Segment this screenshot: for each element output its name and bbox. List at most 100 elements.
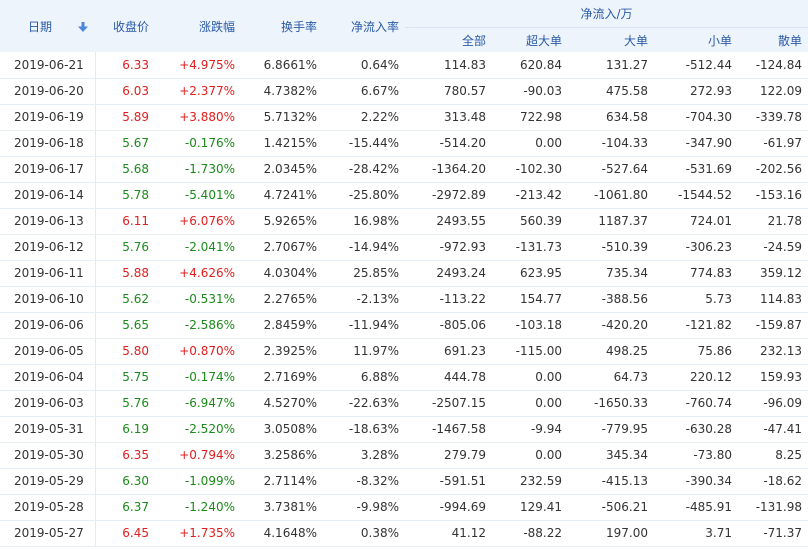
table-row[interactable]: 2019-06-19 5.89 +3.880% 5.7132% 2.22% 313.48 7… [0,104,808,131]
sort-down-arrow-icon[interactable] [77,22,88,32]
cell-net-super-large: -102.30 [492,156,568,183]
col-header-date-label: 日期 [28,19,53,34]
table-row[interactable]: 2019-06-10 5.62 -0.531% 2.2765% -2.13% -113.2… [0,286,808,313]
cell-net-ratio: 2.22% [323,104,405,131]
cell-net-retail: -71.37 [738,520,808,547]
cell-close: 5.80 [95,338,155,365]
cell-net-retail: -131.98 [738,494,808,521]
table-row[interactable]: 2019-06-12 5.76 -2.041% 2.7067% -14.94% -972.… [0,234,808,261]
cell-close: 6.37 [95,494,155,521]
cell-turnover: 4.0304% [241,260,323,287]
cell-net-small: 272.93 [654,78,738,105]
cell-net-ratio: -15.44% [323,130,405,157]
col-header-retail[interactable]: 散单 [738,27,808,52]
cell-net-small: 774.83 [654,260,738,287]
cell-close: 5.68 [95,156,155,183]
cell-change: +0.870% [155,338,241,365]
cell-net-ratio: -11.94% [323,312,405,339]
table-row[interactable]: 2019-06-20 6.03 +2.377% 4.7382% 6.67% 780.57-… [0,78,808,105]
cell-net-small: -630.28 [654,416,738,443]
col-header-small[interactable]: 小单 [654,27,738,52]
table-row[interactable]: 2019-06-21 6.33 +4.975% 6.8661% 0.64% 114.83 6… [0,52,808,79]
cell-turnover: 2.8459% [241,312,323,339]
table-row[interactable]: 2019-06-05 5.80 +0.870% 2.3925% 11.97% 691.23… [0,338,808,365]
cell-change: -1.240% [155,494,241,521]
col-header-all[interactable]: 全部 [405,27,492,52]
cell-net-ratio: 16.98% [323,208,405,235]
cell-date: 2019-06-05 [0,338,96,365]
col-header-change[interactable]: 涨跌幅 [155,0,241,52]
cell-date: 2019-06-14 [0,182,96,209]
cell-net-small: -347.90 [654,130,738,157]
table-row[interactable]: 2019-06-04 5.75 -0.174% 2.7169% 6.88% 444.78 0… [0,364,808,391]
table-row[interactable]: 2019-05-28 6.37 -1.240% 3.7381% -9.98% -994.6… [0,494,808,521]
col-header-net-ratio[interactable]: 净流入率 [323,0,405,52]
cell-turnover: 3.7381% [241,494,323,521]
col-header-super-large[interactable]: 超大单 [492,27,568,52]
cell-date: 2019-05-27 [0,520,96,547]
col-header-large[interactable]: 大单 [568,27,654,52]
cell-close: 5.76 [95,390,155,417]
cell-turnover: 2.3925% [241,338,323,365]
table-row[interactable]: 2019-06-13 6.11 +6.076% 5.9265% 16.98% 2493.5… [0,208,808,235]
cell-change: -6.947% [155,390,241,417]
cell-close: 6.03 [95,78,155,105]
cell-net-retail: -124.84 [738,52,808,79]
cell-net-ratio: -9.98% [323,494,405,521]
cell-net-retail: 8.25 [738,442,808,469]
table-row[interactable]: 2019-05-29 6.30 -1.099% 2.7114% -8.32% -591.5… [0,468,808,495]
cell-change: -0.531% [155,286,241,313]
cell-net-ratio: -28.42% [323,156,405,183]
cell-change: -0.176% [155,130,241,157]
cell-net-super-large: 0.00 [492,442,568,469]
cell-close: 5.88 [95,260,155,287]
cell-net-super-large: 232.59 [492,468,568,495]
cell-close: 6.35 [95,442,155,469]
cell-net-small: -704.30 [654,104,738,131]
table-row[interactable]: 2019-06-14 5.78 -5.401% 4.7241% -25.80% -2972… [0,182,808,209]
cell-net-all: -972.93 [405,234,492,261]
table-row[interactable]: 2019-06-06 5.65 -2.586% 2.8459% -11.94% -805.… [0,312,808,339]
cell-change: -0.174% [155,364,241,391]
cell-net-retail: -61.97 [738,130,808,157]
cell-change: -2.041% [155,234,241,261]
cell-net-ratio: 25.85% [323,260,405,287]
cell-date: 2019-06-13 [0,208,96,235]
cell-net-super-large: -103.18 [492,312,568,339]
table-row[interactable]: 2019-05-27 6.45 +1.735% 4.1648% 0.38% 41.12 -8… [0,520,808,547]
col-header-close[interactable]: 收盘价 [95,0,155,52]
cell-net-large: -420.20 [568,312,654,339]
cell-net-small: -512.44 [654,52,738,79]
table-row[interactable]: 2019-06-03 5.76 -6.947% 4.5270% -22.63% -2507… [0,390,808,417]
table-row[interactable]: 2019-06-17 5.68 -1.730% 2.0345% -28.42% -1364… [0,156,808,183]
cell-net-ratio: -22.63% [323,390,405,417]
cell-date: 2019-05-31 [0,416,96,443]
cell-change: +3.880% [155,104,241,131]
cell-close: 6.11 [95,208,155,235]
cell-turnover: 5.9265% [241,208,323,235]
table-row[interactable]: 2019-05-30 6.35 +0.794% 3.2586% 3.28% 279.79 0… [0,442,808,469]
cell-net-all: -113.22 [405,286,492,313]
cell-turnover: 2.0345% [241,156,323,183]
cell-turnover: 4.7382% [241,78,323,105]
table-row[interactable]: 2019-06-18 5.67 -0.176% 1.4215% -15.44% -514.… [0,130,808,157]
cell-turnover: 3.2586% [241,442,323,469]
table-row[interactable]: 2019-05-31 6.19 -2.520% 3.0508% -18.63% -1467… [0,416,808,443]
cell-net-super-large: -213.42 [492,182,568,209]
cell-net-retail: 114.83 [738,286,808,313]
cell-change: -2.586% [155,312,241,339]
cell-change: -5.401% [155,182,241,209]
table-row[interactable]: 2019-06-11 5.88 +4.626% 4.0304% 25.85% 2493.2… [0,260,808,287]
cell-net-all: -1467.58 [405,416,492,443]
cell-date: 2019-06-17 [0,156,96,183]
cell-date: 2019-06-10 [0,286,96,313]
col-header-date[interactable]: 日期 [0,0,95,52]
cell-net-large: 131.27 [568,52,654,79]
cell-net-super-large: 560.39 [492,208,568,235]
cell-change: +4.975% [155,52,241,79]
col-header-turnover[interactable]: 换手率 [241,0,323,52]
cell-net-all: -805.06 [405,312,492,339]
cell-net-small: 5.73 [654,286,738,313]
cell-net-all: 780.57 [405,78,492,105]
cell-net-super-large: -115.00 [492,338,568,365]
